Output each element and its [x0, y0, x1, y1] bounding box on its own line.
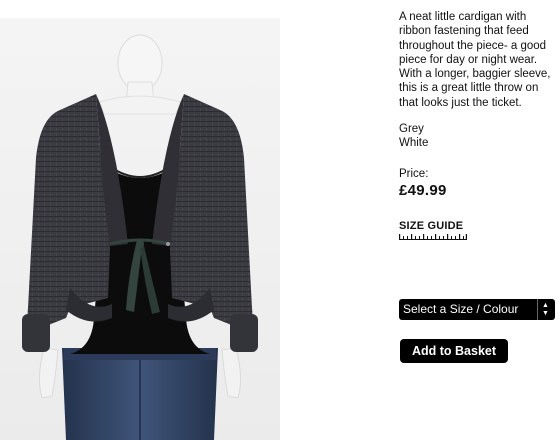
size-guide-link[interactable]: SIZE GUIDE	[399, 220, 467, 240]
colour-option-grey: Grey	[399, 123, 424, 136]
colour-option-white: White	[399, 137, 429, 150]
select-arrows-icon: ▲ ▼	[537, 299, 555, 320]
price-label: Price:	[399, 167, 429, 180]
add-to-basket-button[interactable]: Add to Basket	[400, 339, 508, 363]
ruler-icon	[399, 233, 467, 240]
product-description: A neat little cardigan with ribbon faste…	[399, 11, 551, 109]
price-value: £49.99	[399, 181, 447, 199]
size-colour-select[interactable]: Select a Size / Colour ▲ ▼	[399, 299, 555, 320]
arrow-down-icon: ▼	[542, 310, 549, 317]
size-colour-select-value: Select a Size / Colour	[403, 302, 519, 316]
product-image	[0, 18, 280, 440]
arrow-up-icon: ▲	[542, 302, 549, 309]
colour-list: Grey White	[399, 122, 555, 151]
product-details: A neat little cardigan with ribbon faste…	[399, 10, 555, 240]
size-guide-label: SIZE GUIDE	[399, 219, 464, 232]
